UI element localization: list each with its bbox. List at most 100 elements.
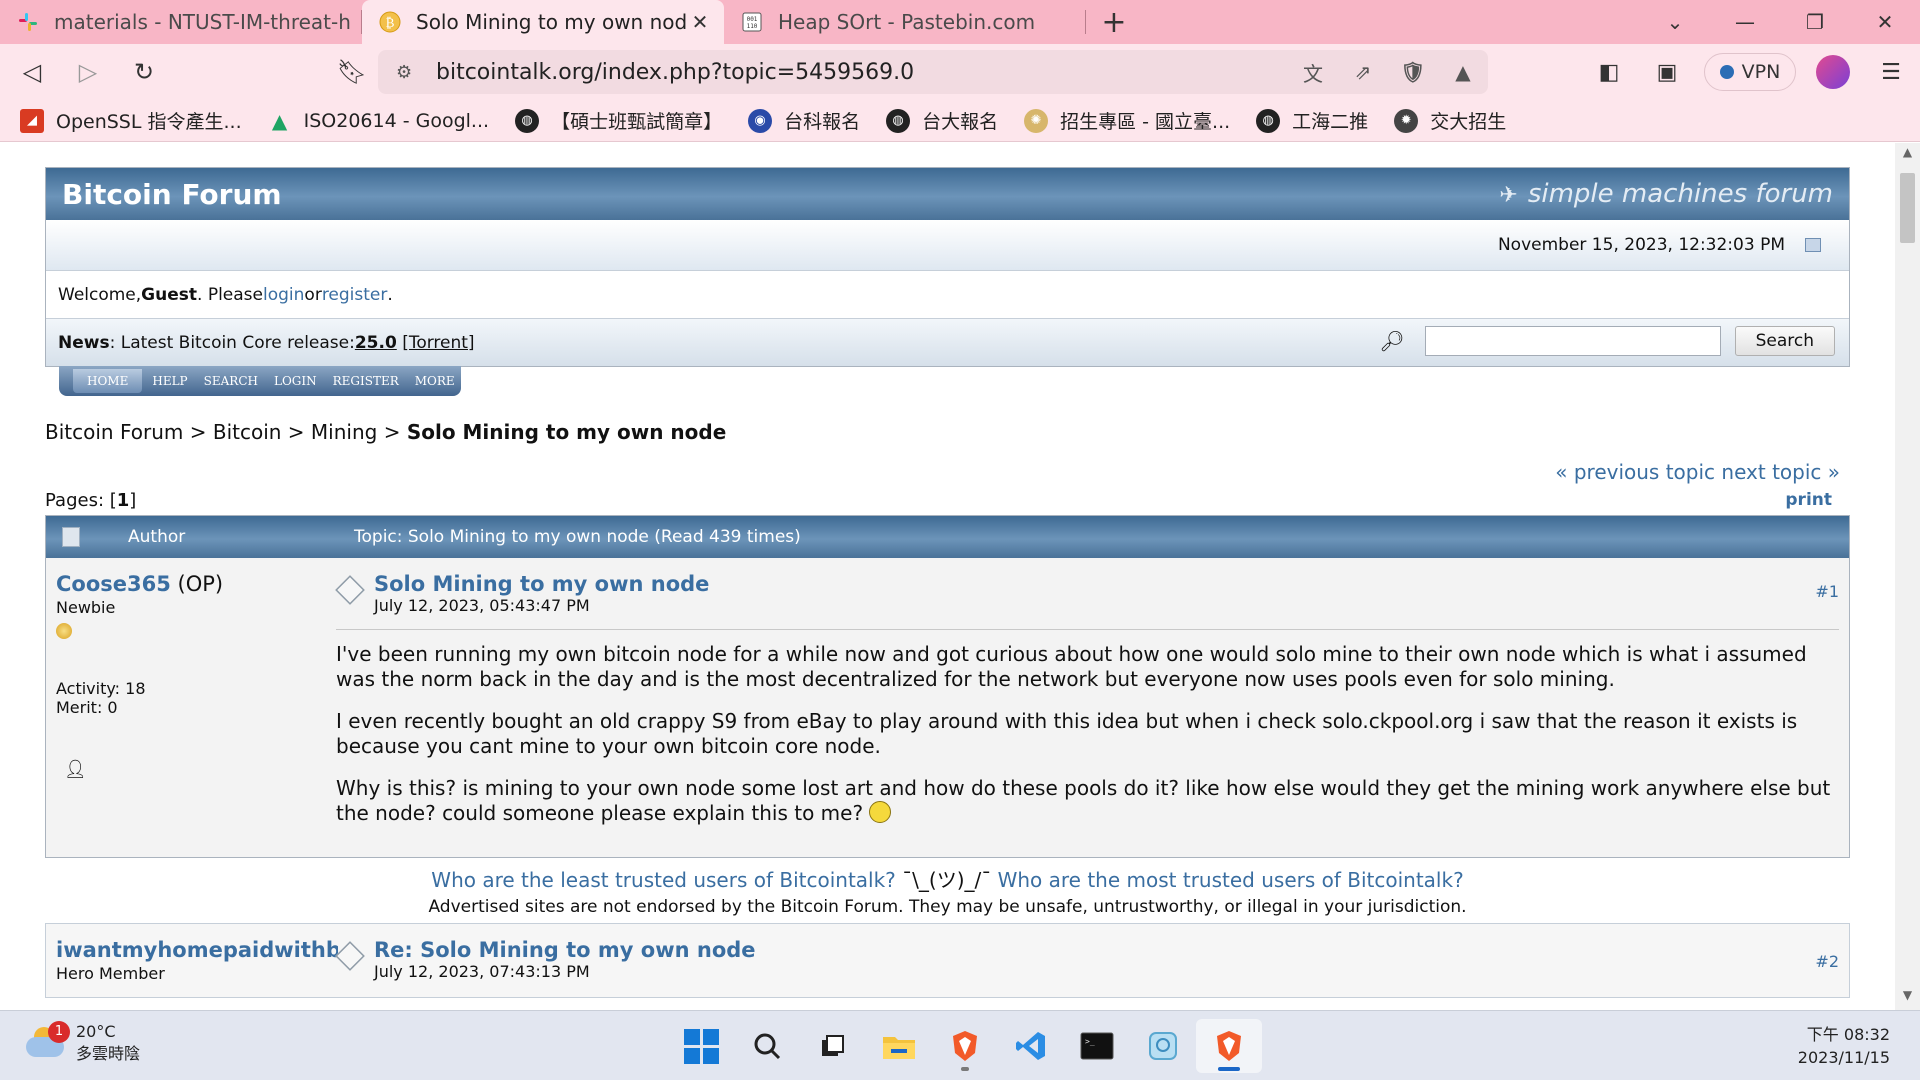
search-button[interactable]: Search [1734, 326, 1835, 356]
site-info-icon[interactable]: ⚙ [396, 62, 420, 83]
wallet-icon[interactable]: ▣ [1638, 44, 1696, 100]
tab-pastebin[interactable]: 001 110 Heap SOrt - Pastebin.com [724, 0, 1086, 44]
bookmark-item[interactable]: ◉ 台科報名 [748, 107, 860, 134]
next-topic-link[interactable]: next topic » [1721, 460, 1840, 484]
topic-container: Author Topic: Solo Mining to my own node… [45, 515, 1850, 858]
rank-coin-icon [56, 623, 72, 639]
browser-toolbar: ◁ ▷ ↻ 🔖︎ ⚙ bitcointalk.org/index.php?top… [0, 44, 1920, 100]
close-window-button[interactable]: ✕ [1850, 0, 1920, 44]
url-text[interactable]: bitcointalk.org/index.php?topic=5459569.… [436, 60, 1288, 85]
bookmark-item[interactable]: ▲ ISO20614 - Googl... [268, 109, 489, 133]
photos-app-icon[interactable] [1130, 1019, 1196, 1073]
login-link[interactable]: login [263, 285, 304, 305]
vpn-status-icon [1719, 65, 1734, 79]
bookmark-item[interactable]: ◍ 【碩士班甄試簡章】 [515, 107, 722, 134]
brave-browser-icon[interactable] [932, 1019, 998, 1073]
post-date: July 12, 2023, 05:43:47 PM [374, 596, 590, 615]
brave-rewards-icon[interactable]: ▲ [1438, 60, 1488, 84]
breadcrumb-bitcoin[interactable]: Bitcoin [213, 420, 282, 444]
scroll-down-arrow-icon[interactable]: ▼ [1895, 988, 1920, 1008]
page-scrollbar[interactable]: ▲ ▼ [1895, 143, 1920, 1010]
globe-icon: ◍ [1256, 108, 1281, 133]
nycu-icon: ✹ [1394, 108, 1419, 133]
bookmark-icon[interactable]: 🔖︎ [328, 48, 376, 96]
scrollbar-thumb[interactable] [1900, 173, 1915, 243]
back-icon[interactable]: ◁ [8, 48, 56, 96]
poster-name: Coose365 (OP) [56, 572, 224, 596]
least-trusted-link[interactable]: Who are the least trusted users of Bitco… [431, 868, 896, 892]
bookmark-item[interactable]: ✹ 交大招生 [1394, 107, 1506, 134]
post-subject-link[interactable]: Solo Mining to my own node [374, 572, 709, 596]
poster-profile-link[interactable]: Coose365 [56, 572, 171, 596]
sidebar-icon[interactable]: ◧ [1580, 44, 1638, 100]
file-explorer-icon[interactable] [866, 1019, 932, 1073]
core-version-link[interactable]: 25.0 [355, 333, 397, 353]
brave-browser-icon-active[interactable] [1196, 1019, 1262, 1073]
poster-rank: Newbie [56, 598, 116, 617]
share-icon[interactable]: ⇗ [1338, 60, 1388, 84]
terminal-icon[interactable]: >_ [1064, 1019, 1130, 1073]
slack-icon [16, 10, 40, 34]
poster-info: iwantmyhomepaidwithbtc Hero Member [46, 924, 338, 997]
scroll-up-arrow-icon[interactable]: ▲ [1895, 145, 1920, 165]
forward-icon[interactable]: ▷ [64, 48, 112, 96]
university-icon: ✺ [1024, 108, 1049, 133]
previous-topic-link[interactable]: « previous topic [1555, 460, 1715, 484]
profile-avatar[interactable] [1804, 44, 1862, 100]
menu-login[interactable]: LOGIN [274, 374, 317, 388]
most-trusted-link[interactable]: Who are the most trusted users of Bitcoi… [998, 868, 1464, 892]
post-number-link[interactable]: #1 [1815, 582, 1839, 601]
vpn-button[interactable]: VPN [1704, 53, 1796, 91]
breadcrumb-mining[interactable]: Mining [311, 420, 377, 444]
menu-register[interactable]: REGISTER [333, 374, 399, 388]
post-subject-link[interactable]: Re: Solo Mining to my own node [374, 938, 756, 962]
torrent-link[interactable]: [Torrent] [402, 333, 474, 353]
bookmark-item[interactable]: ◢ OpenSSL 指令產生... [20, 107, 242, 134]
menu-home[interactable]: HOME [73, 369, 143, 393]
bookmark-item[interactable]: ◍ 工海二推 [1256, 107, 1368, 134]
brave-shields-icon[interactable]: 🛡︎ [1388, 60, 1438, 84]
bookmark-item[interactable]: ✺ 招生專區 - 國立臺... [1024, 107, 1230, 134]
start-button[interactable] [668, 1019, 734, 1073]
post-number-link[interactable]: #2 [1815, 952, 1839, 971]
globe-icon: ◍ [886, 108, 911, 133]
guest-label: Guest [141, 284, 198, 305]
tab-solo-mining[interactable]: ₿ Solo Mining to my own node ✕ [362, 0, 724, 44]
close-tab-icon[interactable]: ✕ [688, 10, 712, 34]
user-profile-icon[interactable]: 👤︎ [64, 759, 87, 781]
collapse-header-icon[interactable] [1805, 238, 1821, 252]
menu-help[interactable]: HELP [152, 374, 187, 388]
new-tab-button[interactable]: + [1086, 0, 1142, 44]
vscode-icon[interactable] [998, 1019, 1064, 1073]
menu-icon[interactable]: ☰ [1862, 44, 1920, 100]
minimize-button[interactable]: — [1710, 0, 1780, 44]
author-column-header: Author [128, 527, 186, 547]
tab-search-chevron-icon[interactable]: ⌄ [1640, 0, 1710, 44]
task-view-icon[interactable] [800, 1019, 866, 1073]
bookmark-item[interactable]: ◍ 台大報名 [886, 107, 998, 134]
pagination-row: Pages: [1] print [45, 490, 1850, 511]
menu-more[interactable]: MORE [415, 374, 455, 388]
topic-header: Author Topic: Solo Mining to my own node… [46, 516, 1849, 558]
news-row: News: Latest Bitcoin Core release: 25.0 … [46, 318, 1849, 366]
tab-materials[interactable]: materials - NTUST-IM-threat-huntin [0, 0, 362, 44]
breadcrumb-forum[interactable]: Bitcoin Forum [45, 420, 183, 444]
poster-profile-link[interactable]: iwantmyhomepaidwithbtc [56, 938, 338, 962]
clock-time: 下午 08:32 [1806, 1025, 1890, 1044]
openssl-icon: ◢ [20, 108, 44, 133]
menu-search[interactable]: SEARCH [204, 374, 258, 388]
restore-button[interactable]: ❐ [1780, 0, 1850, 44]
search-icon[interactable] [734, 1019, 800, 1073]
register-link[interactable]: register [322, 285, 388, 305]
address-bar[interactable]: ⚙ bitcointalk.org/index.php?topic=545956… [378, 50, 1488, 94]
tab-title: materials - NTUST-IM-threat-huntin [54, 10, 350, 34]
topic-title-header: Topic: Solo Mining to my own node (Read … [354, 527, 801, 547]
weather-widget[interactable]: 1 20°C 多雲時陰 [26, 1021, 140, 1065]
ad-disclaimer: Advertised sites are not endorsed by the… [428, 897, 1467, 917]
reload-icon[interactable]: ↻ [120, 48, 168, 96]
print-link[interactable]: print [1785, 490, 1832, 511]
search-input[interactable] [1424, 326, 1721, 356]
system-clock[interactable]: 下午 08:32 2023/11/15 [1798, 1023, 1890, 1069]
translate-icon[interactable]: 文 [1288, 58, 1338, 87]
poster-info: Coose365 (OP) Newbie Activity: 18 Merit:… [46, 558, 336, 857]
